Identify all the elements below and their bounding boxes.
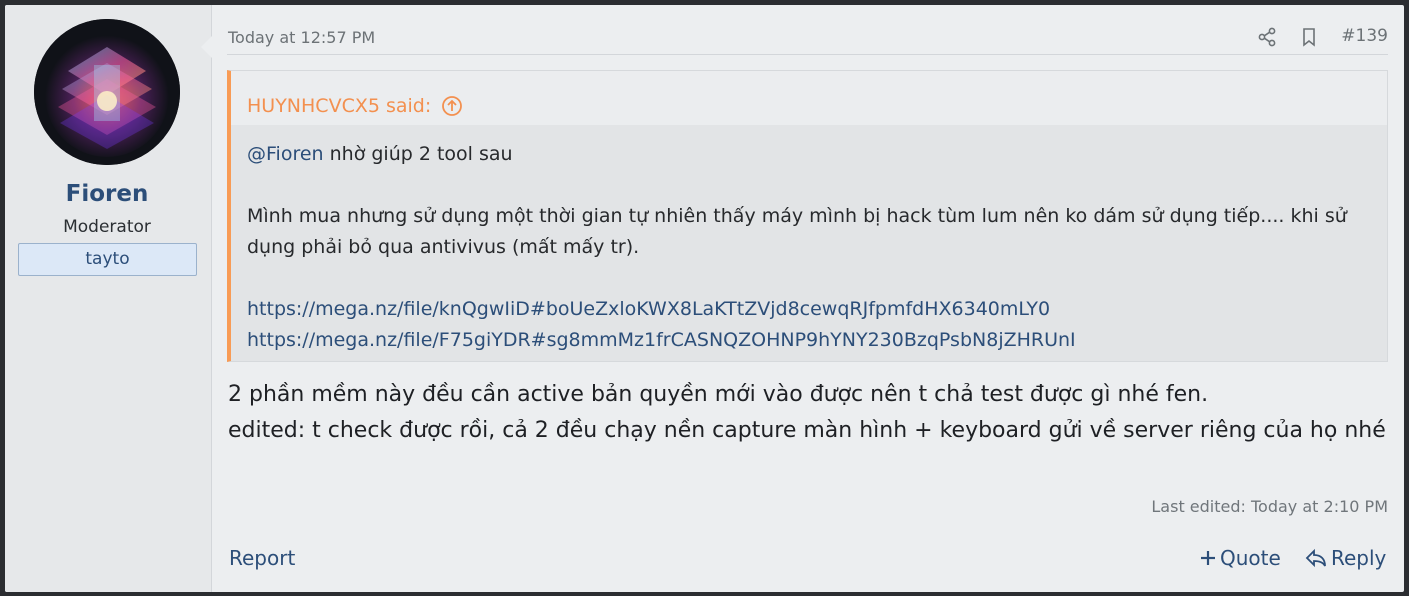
post-body: 2 phần mềm này đều cần active bản quyền … bbox=[228, 377, 1388, 449]
quote-line-1: @Fioren nhờ giúp 2 tool sau bbox=[247, 139, 1371, 170]
report-link[interactable]: Report bbox=[229, 546, 295, 570]
user-title: Moderator bbox=[63, 217, 151, 237]
quote-header[interactable]: HUYNHCVCX5 said: bbox=[231, 71, 1387, 125]
user-info-column: Fioren Moderator tayto bbox=[5, 5, 212, 592]
quote-line-1-text: nhờ giúp 2 tool sau bbox=[323, 143, 513, 165]
post-header: Today at 12:57 PM #139 bbox=[227, 25, 1388, 55]
jump-up-icon[interactable] bbox=[441, 95, 463, 117]
share-icon[interactable] bbox=[1256, 26, 1278, 48]
quote-link-2[interactable]: https://mega.nz/file/F75giYDR#sg8mmMz1fr… bbox=[247, 325, 1371, 356]
post-number[interactable]: #139 bbox=[1341, 26, 1388, 46]
quote-button[interactable]: Quote bbox=[1200, 546, 1281, 570]
reply-button[interactable]: Reply bbox=[1305, 546, 1386, 570]
post-body-line-1: 2 phần mềm này đều cần active bản quyền … bbox=[228, 382, 1209, 407]
user-banner: tayto bbox=[18, 243, 197, 276]
bookmark-icon[interactable] bbox=[1298, 26, 1320, 48]
quote-links: https://mega.nz/file/knQgwIiD#boUeZxloKW… bbox=[247, 294, 1371, 356]
post-arrow bbox=[201, 35, 213, 59]
report-label: Report bbox=[229, 546, 296, 570]
post-container: Fioren Moderator tayto Today at 12:57 PM… bbox=[5, 5, 1404, 592]
reply-label: Reply bbox=[1331, 546, 1387, 570]
post-date[interactable]: Today at 12:57 PM bbox=[228, 28, 375, 47]
reply-icon bbox=[1305, 548, 1326, 568]
quote-link-1[interactable]: https://mega.nz/file/knQgwIiD#boUeZxloKW… bbox=[247, 294, 1371, 325]
username[interactable]: Fioren bbox=[5, 181, 209, 207]
post-body-line-2: edited: t check được rồi, cả 2 đều chạy … bbox=[228, 418, 1386, 443]
avatar[interactable] bbox=[34, 19, 180, 165]
quote-author[interactable]: HUYNHCVCX5 said: bbox=[247, 95, 431, 117]
quote-label: Quote bbox=[1220, 546, 1281, 570]
last-edited: Last edited: Today at 2:10 PM bbox=[1151, 497, 1388, 516]
quote-block: HUYNHCVCX5 said: @Fioren nhờ giúp 2 tool… bbox=[227, 70, 1388, 362]
quote-paragraph-2: Mình mua nhưng sử dụng một thời gian tự … bbox=[247, 205, 1347, 258]
plus-icon bbox=[1201, 551, 1215, 565]
avatar-image bbox=[34, 19, 180, 165]
quote-content: @Fioren nhờ giúp 2 tool sau Mình mua như… bbox=[231, 125, 1387, 356]
mention-link[interactable]: @Fioren bbox=[247, 143, 324, 165]
